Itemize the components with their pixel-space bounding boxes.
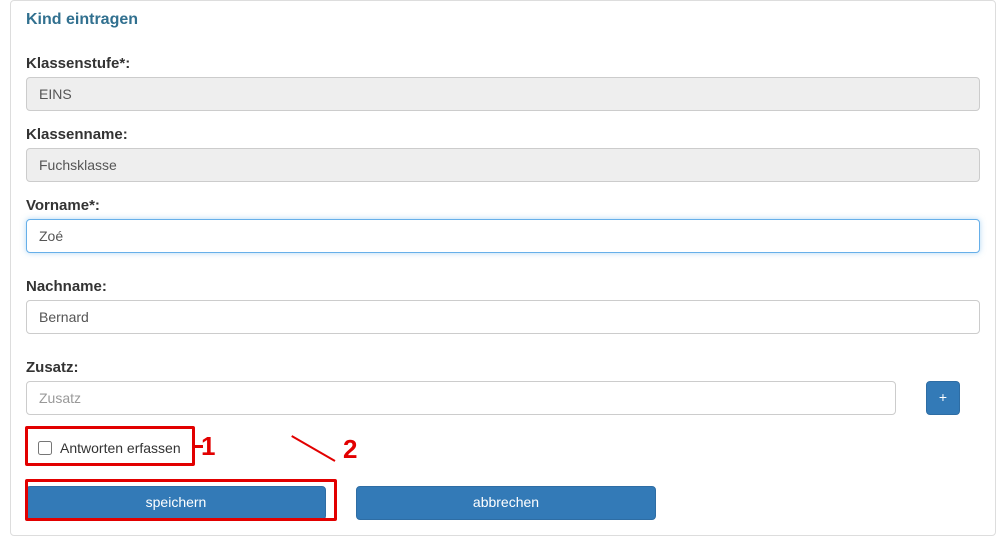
checkbox-antworten[interactable] — [38, 441, 52, 455]
button-row: speichern abbrechen — [26, 486, 980, 520]
label-klassenname: Klassenname: — [26, 126, 980, 143]
label-antworten-erfassen: Antworten erfassen — [60, 440, 181, 456]
input-klassenname — [26, 148, 980, 182]
input-klassenstufe — [26, 77, 980, 111]
group-zusatz: Zusatz: + — [26, 359, 980, 415]
label-klassenstufe: Klassenstufe*: — [26, 55, 980, 72]
panel-title: Kind eintragen — [11, 1, 995, 40]
input-zusatz[interactable] — [26, 381, 896, 415]
panel-kind-eintragen: Kind eintragen Klassenstufe*: Klassennam… — [10, 0, 996, 536]
label-nachname: Nachname: — [26, 278, 980, 295]
group-vorname: Vorname*: — [26, 197, 980, 253]
antworten-erfassen-checkbox[interactable]: Antworten erfassen — [26, 430, 193, 466]
label-vorname: Vorname*: — [26, 197, 980, 214]
group-nachname: Nachname: — [26, 278, 980, 334]
input-nachname[interactable] — [26, 300, 980, 334]
abbrechen-button[interactable]: abbrechen — [356, 486, 656, 520]
group-klassenname: Klassenname: — [26, 126, 980, 182]
speichern-button[interactable]: speichern — [26, 486, 326, 520]
panel-body: Klassenstufe*: Klassenname: Vorname*: Na… — [11, 40, 995, 535]
group-klassenstufe: Klassenstufe*: — [26, 55, 980, 111]
add-button[interactable]: + — [926, 381, 960, 415]
input-vorname[interactable] — [26, 219, 980, 253]
label-zusatz: Zusatz: — [26, 359, 980, 376]
